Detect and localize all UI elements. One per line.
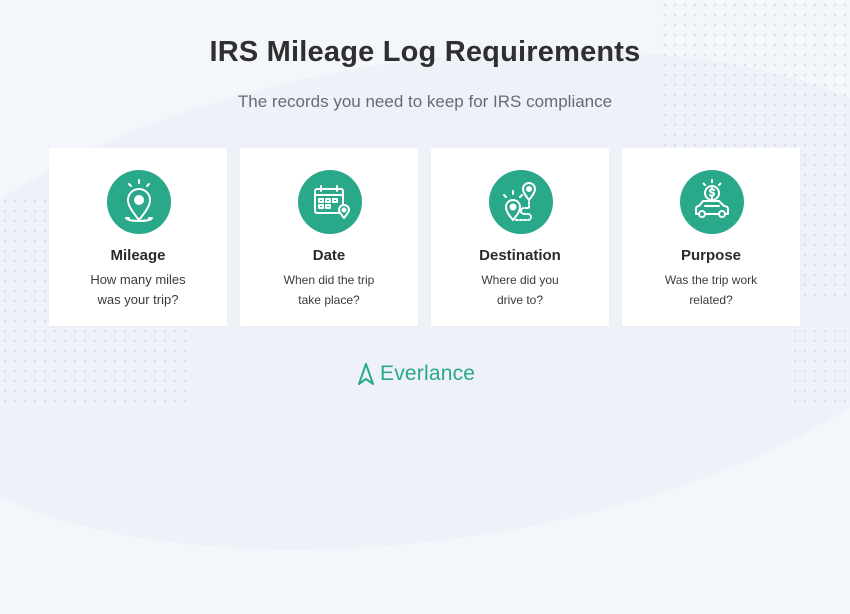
card-title: Date [312,247,346,264]
location-pin-icon [107,170,171,234]
card-mileage: Mileage How many miles was your trip? [49,148,227,326]
brand-name: Everlance [380,362,476,385]
card-description: When did the trip take place? [258,270,400,310]
card-purpose: Purpose Was the trip work related? [622,148,800,326]
card-description-line: was your trip? [97,292,179,307]
page-subtitle: The records you need to keep for IRS com… [237,92,613,111]
calendar-icon [298,170,362,234]
card-date: Date When did the trip take place? [240,148,418,326]
page-title: IRS Mileage Log Requirements [209,36,641,68]
card-title: Mileage [110,247,166,264]
card-description: Where did you drive to? [449,270,591,310]
card-description-line: related? [689,293,733,307]
dot-pattern [790,326,850,406]
card-description-line: take place? [298,293,360,307]
card-title: Destination [479,247,561,264]
card-title: Purpose [680,247,741,264]
card-description-line: When did the trip [283,273,375,287]
card-description-line: Was the trip work [664,273,758,287]
logo-mark-icon [358,363,374,385]
card-description-line: How many miles [90,272,186,287]
card-description-line: drive to? [496,293,544,307]
car-dollar-icon [680,170,744,234]
card-description: How many miles was your trip? [67,270,209,310]
card-description: Was the trip work related? [640,270,782,310]
card-description-line: Where did you [481,273,559,287]
route-icon [489,170,553,234]
card-destination: Destination Where did you drive to? [431,148,609,326]
brand-logo: Everlance [358,360,475,388]
